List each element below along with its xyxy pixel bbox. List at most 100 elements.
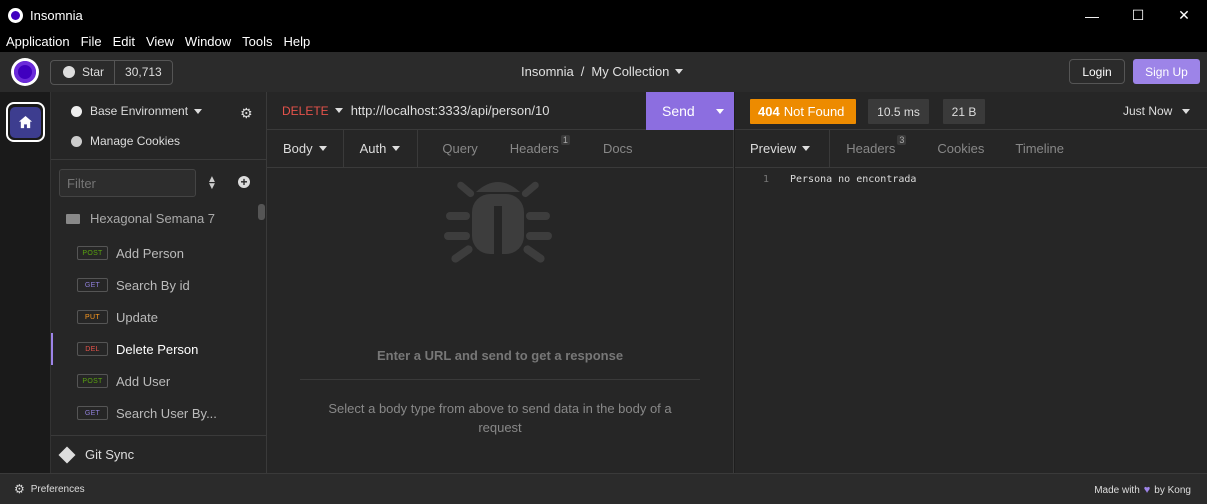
- request-item-update[interactable]: PUT Update: [51, 301, 258, 333]
- signup-button[interactable]: Sign Up: [1133, 59, 1200, 84]
- menu-tools[interactable]: Tools: [237, 34, 278, 49]
- add-icon[interactable]: +: [238, 176, 250, 188]
- empty-state-title: Enter a URL and send to get a response: [376, 348, 624, 363]
- send-label: Send: [662, 103, 695, 119]
- menu-edit[interactable]: Edit: [108, 34, 141, 49]
- menu-view[interactable]: View: [141, 34, 180, 49]
- status-code: 404: [758, 104, 780, 119]
- response-body-text[interactable]: Persona no encontrada: [790, 174, 916, 185]
- request-item-add-user[interactable]: POST Add User: [51, 365, 258, 397]
- request-tabs: Body Auth Query Headers 1 Docs: [267, 129, 733, 168]
- sort-icon[interactable]: ▲ ▼: [207, 175, 217, 192]
- breadcrumb-separator: /: [580, 64, 585, 79]
- tab-cookies[interactable]: Cookies: [937, 141, 984, 156]
- breadcrumb-current[interactable]: My Collection: [591, 64, 669, 79]
- environment-label: Base Environment: [90, 104, 189, 118]
- manage-cookies-button[interactable]: Manage Cookies: [71, 134, 180, 148]
- tab-auth[interactable]: Auth: [344, 129, 419, 168]
- maximize-button[interactable]: ☐: [1115, 0, 1161, 31]
- response-status-bar: 404 Not Found 10.5 ms 21 B Just Now: [735, 92, 1207, 130]
- tab-headers[interactable]: Headers 1: [509, 135, 570, 156]
- request-name: Add Person: [116, 245, 184, 261]
- environment-selector[interactable]: Base Environment: [71, 104, 203, 118]
- minimize-button[interactable]: —: [1069, 0, 1115, 31]
- method-badge: POST: [77, 374, 108, 388]
- status-badge: 404 Not Found: [750, 99, 856, 124]
- filter-input[interactable]: [59, 169, 196, 197]
- method-selector[interactable]: DELETE: [282, 104, 329, 118]
- home-button[interactable]: [6, 102, 45, 142]
- url-input[interactable]: http://localhost:3333/api/person/10: [351, 103, 550, 118]
- request-item-search-by-id[interactable]: GET Search By id: [51, 269, 258, 301]
- chevron-down-icon[interactable]: [334, 108, 343, 113]
- environment-dot-icon: [71, 105, 82, 117]
- sidebar-divider: [51, 159, 266, 160]
- git-icon: [58, 446, 76, 463]
- tab-body[interactable]: Body: [267, 129, 344, 168]
- request-name: Add User: [116, 373, 171, 389]
- response-size-badge: 21 B: [943, 99, 985, 124]
- url-bar: DELETE http://localhost:3333/api/person/…: [267, 92, 734, 130]
- chevron-down-icon: [392, 146, 401, 151]
- window-titlebar: Insomnia — ☐ ✕: [0, 0, 1207, 31]
- github-star-button[interactable]: Star: [51, 60, 116, 84]
- tab-preview[interactable]: Preview: [735, 129, 831, 168]
- folder-item[interactable]: Hexagonal Semana 7: [66, 211, 215, 226]
- sidebar-scrollbar[interactable]: [258, 204, 265, 220]
- git-sync-label: Git Sync: [85, 447, 135, 462]
- app-header: Star 30,713 Insomnia / My Collection Log…: [0, 52, 1207, 92]
- chevron-down-icon: [318, 146, 327, 151]
- empty-state-divider: [300, 379, 700, 380]
- close-button[interactable]: ✕: [1161, 0, 1207, 31]
- response-time-badge: 10.5 ms: [868, 99, 929, 124]
- chevron-down-icon[interactable]: [675, 69, 684, 74]
- made-with-kong[interactable]: Made with ♥ by Kong: [1094, 484, 1191, 496]
- method-badge: GET: [77, 278, 108, 292]
- gear-icon[interactable]: ⚙: [240, 105, 253, 122]
- method-badge: DEL: [77, 342, 108, 356]
- preferences-button[interactable]: Preferences: [31, 484, 85, 495]
- method-badge: POST: [77, 246, 108, 260]
- request-name: Delete Person: [116, 341, 199, 357]
- tab-docs[interactable]: Docs: [603, 141, 633, 156]
- login-button[interactable]: Login: [1069, 59, 1125, 84]
- send-button[interactable]: Send: [646, 92, 734, 130]
- folder-label: Hexagonal Semana 7: [90, 211, 216, 226]
- response-history-selector[interactable]: Just Now: [1123, 104, 1190, 118]
- response-body-line: 1 Persona no encontrada: [763, 174, 916, 185]
- response-pane: 404 Not Found 10.5 ms 21 B Just Now Prev…: [735, 92, 1207, 473]
- method-badge: PUT: [77, 310, 108, 324]
- breadcrumb-root[interactable]: Insomnia: [521, 64, 574, 79]
- menu-help[interactable]: Help: [279, 34, 317, 49]
- bug-icon: [444, 181, 552, 263]
- menu-file[interactable]: File: [76, 34, 108, 49]
- request-name: Update: [116, 309, 158, 325]
- request-name: Search User By...: [116, 405, 217, 421]
- tab-query[interactable]: Query: [442, 141, 477, 156]
- status-text: Not Found: [783, 104, 845, 119]
- request-item-add-person[interactable]: POST Add Person: [51, 237, 258, 269]
- git-sync-button[interactable]: Git Sync: [51, 435, 266, 473]
- menu-application[interactable]: Application: [1, 34, 76, 49]
- github-star-group[interactable]: Star 30,713: [50, 59, 173, 85]
- request-item-search-user[interactable]: GET Search User By...: [51, 397, 258, 429]
- request-item-delete-person[interactable]: DEL Delete Person: [51, 333, 258, 365]
- star-label: Star: [82, 65, 105, 79]
- tab-headers-label: Headers: [509, 141, 559, 156]
- heart-icon: ♥: [1143, 484, 1151, 496]
- left-rail: [0, 92, 51, 473]
- gear-icon[interactable]: ⚙: [14, 482, 25, 496]
- response-tabs: Preview Headers 3 Cookies Timeline: [735, 129, 1207, 168]
- insomnia-home-logo-icon[interactable]: [11, 58, 39, 86]
- response-headers-count-badge: 3: [897, 135, 907, 145]
- menu-window[interactable]: Window: [180, 34, 237, 49]
- chevron-down-icon: [802, 146, 811, 151]
- tab-timeline[interactable]: Timeline: [1015, 141, 1064, 156]
- headers-count-badge: 1: [560, 135, 570, 145]
- chevron-down-icon[interactable]: [716, 108, 724, 114]
- star-count[interactable]: 30,713: [115, 65, 172, 79]
- request-list: POST Add Person GET Search By id PUT Upd…: [51, 237, 258, 429]
- by-kong-label: by Kong: [1154, 484, 1191, 496]
- empty-state-subtitle: Select a body type from above to send da…: [328, 401, 672, 435]
- tab-response-headers[interactable]: Headers 3: [846, 135, 907, 156]
